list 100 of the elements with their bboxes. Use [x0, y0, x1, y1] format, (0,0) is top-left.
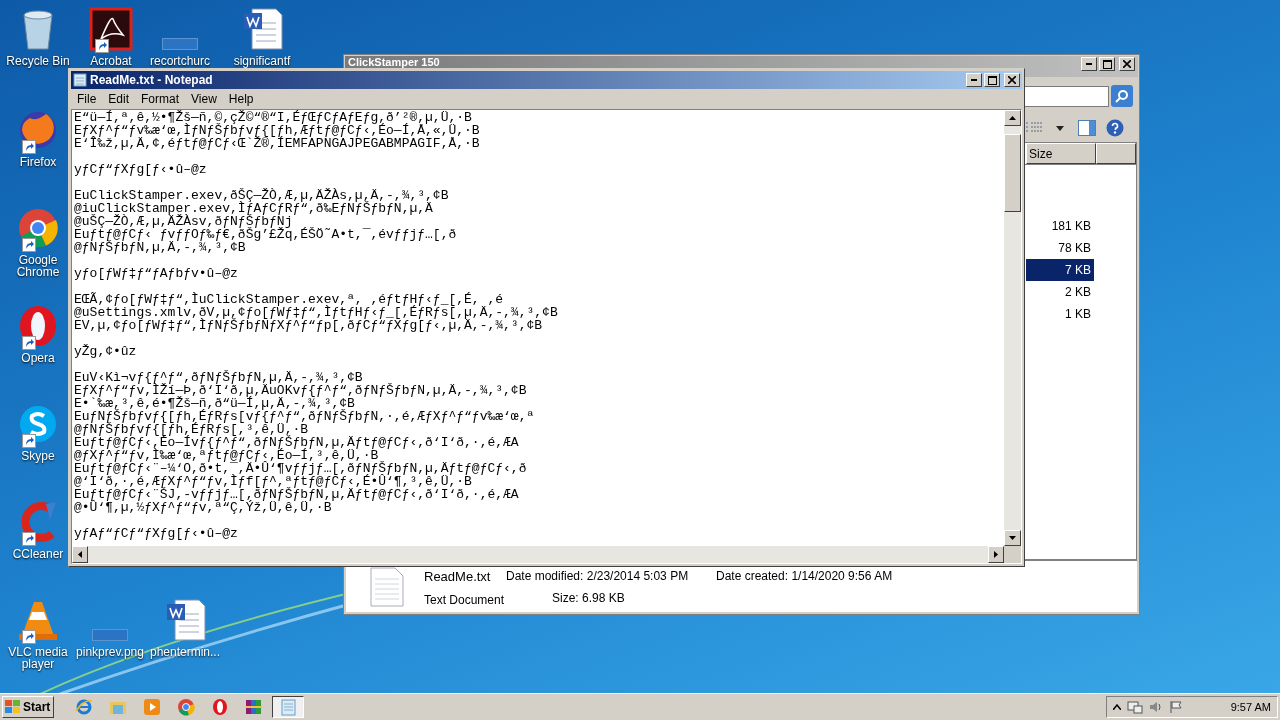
text-line: @ƒNƒŠƒbƒN,µ,Ä,-,¾,³,¢B	[74, 241, 246, 254]
file-size-cell[interactable]: 2 KB	[1026, 281, 1094, 303]
scroll-thumb[interactable]	[1004, 134, 1021, 212]
scroll-up-button[interactable]	[1004, 110, 1021, 126]
scroll-up-icon[interactable]	[1009, 116, 1016, 120]
minimize-button[interactable]	[1081, 57, 1097, 71]
text-line: EŒÃ,¢ƒo[ƒWƒ‡ƒ“,ÌuClickStamper.exev,ª, ,éƒtƒHƒ‹ƒ_[,É, ,é	[74, 293, 504, 306]
text-line: yŽg,¢•ûz	[74, 345, 138, 358]
text-line: @ƒNƒŠƒbƒvƒ{[ƒh,ÉƒRƒs[,³,ê,Ü,·B	[74, 423, 309, 436]
desktop-icon-label[interactable]: recortchurc	[150, 55, 210, 67]
text-line: EƒXƒ^ƒ“ƒv,ÌŽí—Þ,ð‘I‘ð,µ,ÄuOKvƒ{ƒ^ƒ“,ðƒNƒŠƒbƒN,µ,Ä,-,¾,³,¢B	[74, 384, 528, 397]
window-title: ReadMe.txt - Notepad	[90, 72, 213, 89]
text-line: @iuClickStamper.exev,ÌƒAƒCƒRƒ“,ð‰EƒNƒŠƒbƒN,µ,Ä	[74, 202, 433, 215]
file-size-cell[interactable]: 7 KB	[1026, 259, 1094, 281]
desktop-icon-label[interactable]: Skype	[21, 450, 55, 462]
scroll-left-button[interactable]	[72, 546, 88, 563]
text-line: @‘I‘ð,·,é,ÆƒXƒ^ƒ“ƒv,Ìƒf[ƒ^,ªƒtƒ@ƒCƒ‹,É•Û‘¶,³,ê,Ü,·B	[74, 475, 472, 488]
menu-item[interactable]: Edit	[102, 90, 136, 108]
clock[interactable]: 9:57 AM	[1230, 698, 1271, 716]
maximize-button[interactable]	[984, 73, 1000, 87]
text-line: EuV‹Kì¬vƒ{ƒ^ƒ“,ðƒNƒŠƒbƒN,µ,Ä,-,¾,³,¢B	[74, 371, 363, 384]
text-line: EV,µ,¢ƒo[ƒWƒ‡ƒ“,ÌƒNƒŠƒbƒNƒXƒ^ƒ“ƒp[,ðƒCƒ“ƒXƒg[ƒ‹,µ,Ä,-,¾,³,¢B	[74, 319, 543, 332]
text-line: @ƒXƒ^ƒ“ƒv,Ì‰æ‘œ,ªƒtƒ@ƒCƒ‹,Éo—Í,³,ê,Ü,·B	[74, 449, 379, 462]
close-button[interactable]	[1119, 57, 1135, 71]
desktop-icon-label[interactable]: VLC media player	[5, 646, 71, 670]
flag-icon[interactable]	[1169, 700, 1183, 714]
minimize-icon	[971, 79, 977, 81]
search-button[interactable]	[1111, 85, 1133, 107]
horizontal-scrollbar[interactable]	[72, 546, 1021, 563]
desktop-icon-label[interactable]: Firefox	[19, 156, 57, 168]
image-file-icon	[162, 38, 198, 50]
size-grip[interactable]	[1004, 546, 1021, 563]
image-file-icon	[92, 629, 128, 641]
maximize-icon	[1102, 59, 1112, 69]
maximize-button[interactable]	[1099, 57, 1115, 71]
maximize-icon	[987, 75, 997, 85]
text-line: Euƒtƒ@ƒCƒ‹ ƒvƒƒOƒ‰ƒ€,ðŠg’£Žq,ÉŠÖ˜A•t,¯,évƒƒjƒ…[,ð	[74, 228, 458, 241]
media-player-icon	[143, 698, 161, 716]
books-icon	[245, 698, 263, 716]
dropdown-caret-icon[interactable]	[1056, 125, 1064, 131]
text-line: @•Û‘¶,µ,½ƒXƒ^ƒ“ƒv,ª“Ç,Ýž,Ü,ê,Ü,·B	[74, 501, 332, 514]
taskbar-app-button[interactable]	[272, 696, 304, 718]
text-line: E‘Î‰ž,µ,Ä,¢,éƒtƒ@ƒCƒ‹Œ`Ž®,ÍEMFAPNGAJPEGABMPAGIF,Å,·B	[74, 137, 481, 150]
menu-item[interactable]: File	[71, 90, 103, 108]
text-line: Euƒtƒ@ƒCƒ‹,Éo—Ívƒ{ƒ^ƒ“,ðƒNƒŠƒbƒN,µ,Äƒtƒ@ƒCƒ‹,ð‘I‘ð,·,é,ÆA	[74, 436, 520, 449]
notepad-icon	[279, 698, 297, 716]
column-header[interactable]: Size	[1026, 143, 1096, 164]
desktop-icon-label[interactable]: significantf	[233, 55, 291, 67]
vertical-scrollbar[interactable]	[1004, 110, 1021, 546]
show-hidden-icons-icon[interactable]	[1113, 704, 1121, 710]
ie-icon	[75, 698, 93, 716]
search-icon	[1115, 89, 1129, 103]
desktop-icon-label[interactable]: phentermin...	[150, 646, 221, 658]
text-line: Euƒtƒ@ƒCƒ‹¨–¼‘O,ð•t,¯,Ä•Û‘¶vƒƒjƒ…[,ðƒNƒŠƒbƒN,µ,Äƒtƒ@ƒCƒ‹,ð	[74, 462, 528, 475]
text-line: yƒAƒ“ƒCƒ“ƒXƒg[ƒ‹•û–@z	[74, 527, 239, 540]
desktop-icon-label[interactable]: Recycle Bin	[6, 55, 70, 67]
desktop-icon-label[interactable]: Google Chrome	[5, 254, 71, 278]
date-modified: Date modified: 2/23/2014 5:03 PM	[506, 568, 690, 585]
text-line: E•`‰æ,³,ê,é•¶Žš—ñ,ð“ü—Í,µ,Ä,-,¾,³,¢B	[74, 397, 355, 410]
column-header[interactable]	[1096, 143, 1136, 164]
menu-item[interactable]: Help	[222, 90, 260, 108]
scroll-down-icon[interactable]	[1009, 536, 1016, 540]
opera-icon	[211, 698, 229, 716]
speaker-icon[interactable]	[1149, 700, 1163, 714]
text-line: yƒo[ƒWƒ‡ƒ“ƒAƒbƒv•û–@z	[74, 267, 239, 280]
text-line: EuClickStamper.exev,ðŠÇ—ŽÒ,Æ,µ,ÄŽÀs,µ,Ä,-,¾,³,¢B	[74, 189, 450, 202]
file-size-cell[interactable]: 181 KB	[1026, 215, 1094, 237]
file-size-cell[interactable]: 1 KB	[1026, 303, 1094, 325]
minimize-button[interactable]	[966, 73, 982, 87]
windows-logo-icon	[5, 700, 21, 714]
text-line: EuƒNƒŠƒbƒvƒ{[ƒh,ÉƒRƒs[vƒ{ƒ^ƒ“,ðƒNƒŠƒbƒN,·,é,ÆƒXƒ^ƒ“ƒv‰æ‘œ,ª	[74, 410, 536, 423]
desktop-icon-label[interactable]: Opera	[21, 352, 55, 364]
close-icon	[1008, 76, 1016, 84]
text-line: EƒXƒ^ƒ“ƒv‰æ‘œ,ÌƒNƒŠƒbƒvƒ{[ƒh,Æƒtƒ@ƒCƒ‹,Éo—Í,Å,«,Ü,·B	[74, 124, 481, 137]
search-field[interactable]	[1023, 85, 1109, 107]
file-type: Text Document	[424, 591, 504, 609]
preview-pane-icon[interactable]	[1078, 120, 1096, 136]
close-icon	[1123, 60, 1131, 68]
help-icon[interactable]	[1106, 119, 1124, 137]
chrome-icon	[177, 698, 195, 716]
close-button[interactable]	[1004, 73, 1020, 87]
minimize-icon	[1086, 63, 1092, 65]
scroll-down-button[interactable]	[1004, 530, 1021, 546]
desktop-icon-label[interactable]: CCleaner	[12, 548, 64, 560]
scroll-right-icon[interactable]	[994, 551, 998, 558]
file-name: ReadMe.txt	[424, 568, 492, 586]
scroll-right-button[interactable]	[988, 546, 1004, 563]
desktop-icon-label[interactable]: pinkprev.png	[76, 646, 144, 658]
pdf-app-icon	[89, 7, 133, 51]
window-title: ClickStamper 150	[348, 57, 440, 68]
scroll-left-icon[interactable]	[78, 551, 82, 558]
text-line: Euƒtƒ@ƒCƒ‹¨ŠJ,-vƒƒjƒ…[,ðƒNƒŠƒbƒN,µ,Äƒtƒ@ƒCƒ‹,ð‘I‘ð,·,é,ÆA	[74, 488, 520, 501]
file-size-cell[interactable]: 78 KB	[1026, 237, 1094, 259]
text-line: E“ü—Í,ª,ê,½•¶Žš—ñ,©,çŽ©“®“I,ÉƒŒƒCƒAƒEƒg,ð’²®,µ,Ü,·B	[74, 111, 472, 124]
menu-item[interactable]: View	[185, 90, 223, 108]
desktop-icon-label[interactable]: Acrobat	[90, 55, 132, 67]
start-button[interactable]: Start	[2, 696, 54, 718]
text-line: @uSettings.xmlv,ðV,µ,¢ƒo[ƒWƒ‡ƒ“,ÌƒtƒHƒ‹ƒ_[,ÉƒRƒs[,µ,Ä,-,¾,³,¢B	[74, 306, 559, 319]
menu-item[interactable]: Format	[135, 90, 186, 108]
network-icon[interactable]	[1127, 700, 1143, 714]
